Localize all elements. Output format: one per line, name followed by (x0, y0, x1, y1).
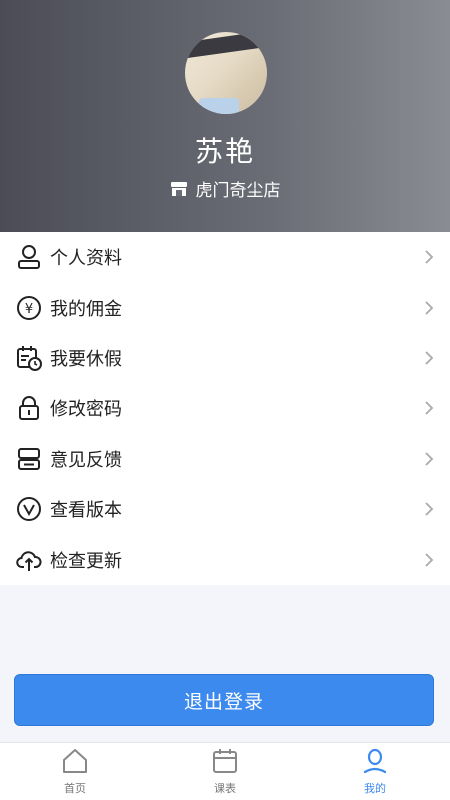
chevron-right-icon (424, 350, 434, 366)
menu-item-label: 检查更新 (50, 550, 122, 572)
calendar-clock-icon (16, 345, 42, 371)
home-icon (61, 747, 89, 778)
menu-item-leave[interactable]: 我要休假 (0, 333, 450, 383)
chevron-right-icon (424, 400, 434, 416)
cloud-upload-icon (16, 547, 42, 573)
tab-label: 我的 (364, 782, 386, 795)
user-icon (16, 244, 42, 270)
chevron-right-icon (424, 552, 434, 568)
menu-item-label: 修改密码 (50, 399, 122, 421)
chevron-right-icon (424, 451, 434, 467)
menu-item-profile[interactable]: 个人资料 (0, 232, 450, 282)
chevron-right-icon (424, 501, 434, 517)
store-icon (170, 181, 188, 197)
lock-icon (16, 395, 42, 421)
menu-item-change-password[interactable]: 修改密码 (0, 383, 450, 433)
bottom-tab-bar: 首页 课表 我的 (0, 742, 450, 800)
tab-label: 课表 (214, 782, 236, 795)
settings-menu: 个人资料 ¥ 我的佣金 我要休假 修改密码 意见反馈 查看版本 检查更新 (0, 232, 450, 585)
tab-home[interactable]: 首页 (0, 743, 150, 800)
feedback-icon (16, 446, 42, 472)
profile-header: 苏艳 虎门奇尘店 (0, 0, 450, 232)
store-name: 虎门奇尘店 (195, 181, 281, 201)
app-screen: 苏艳 虎门奇尘店 个人资料 ¥ 我的佣金 我要休假 修改密码 意见反馈 查看版本… (0, 0, 450, 800)
version-icon (16, 496, 42, 522)
menu-item-label: 我的佣金 (50, 298, 122, 320)
profile-icon (361, 747, 389, 778)
menu-item-check-update[interactable]: 检查更新 (0, 534, 450, 584)
svg-text:¥: ¥ (25, 302, 33, 317)
logout-button[interactable]: 退出登录 (14, 674, 434, 726)
chevron-right-icon (424, 249, 434, 265)
store-row: 虎门奇尘店 (0, 176, 450, 201)
user-name: 苏艳 (194, 135, 255, 168)
menu-item-label: 我要休假 (50, 348, 122, 370)
tab-schedule[interactable]: 课表 (150, 743, 300, 800)
yen-coin-icon: ¥ (16, 295, 42, 321)
avatar[interactable] (185, 32, 267, 114)
menu-item-version[interactable]: 查看版本 (0, 484, 450, 534)
menu-item-label: 意见反馈 (50, 449, 122, 471)
menu-item-label: 个人资料 (50, 248, 122, 270)
menu-item-label: 查看版本 (50, 500, 122, 522)
chevron-right-icon (424, 300, 434, 316)
menu-item-feedback[interactable]: 意见反馈 (0, 434, 450, 484)
tab-mine[interactable]: 我的 (300, 743, 450, 800)
tab-label: 首页 (64, 782, 86, 795)
menu-item-commission[interactable]: ¥ 我的佣金 (0, 282, 450, 332)
calendar-icon (211, 747, 239, 778)
